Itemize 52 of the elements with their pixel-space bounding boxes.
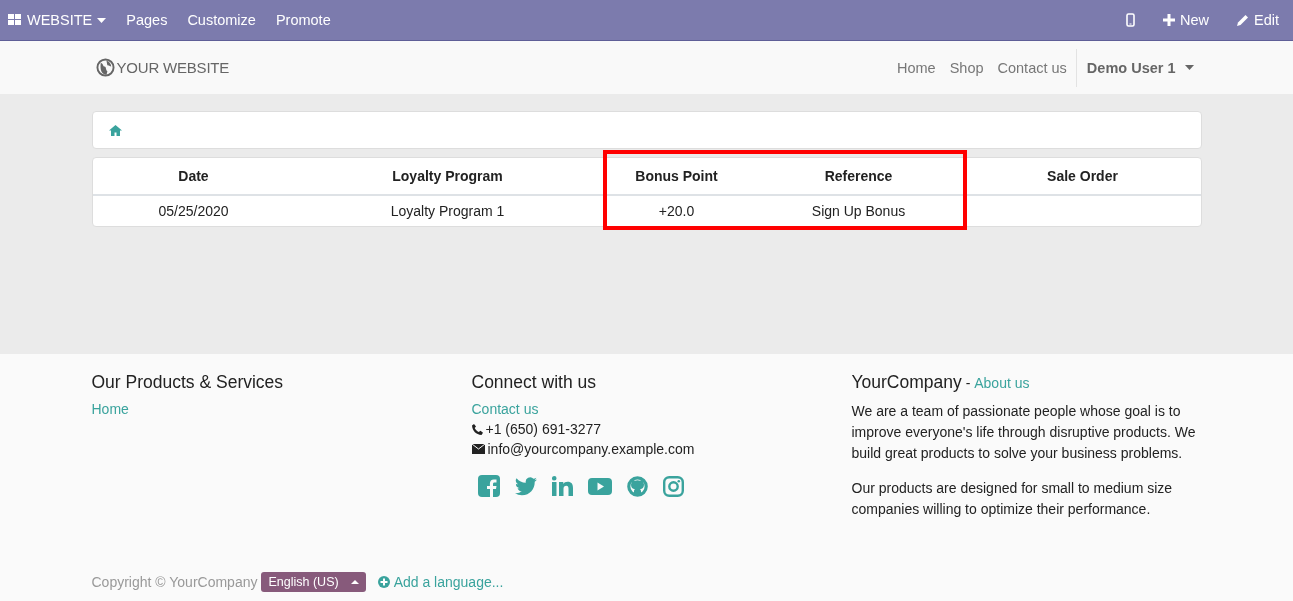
caret-icon (1184, 65, 1194, 70)
about-paragraph: We are a team of passionate people whose goal is to improve everyone's life through disruptive products. We build great products to solve your business problems. (851, 402, 1197, 463)
grid-icon (8, 14, 22, 26)
nav-link[interactable]: Home (889, 59, 943, 76)
new-button[interactable]: New (1149, 0, 1223, 40)
email-address: info@yourcompany.example.com (487, 441, 695, 457)
youtube-icon[interactable] (587, 477, 612, 495)
copyright-text: Copyright © YourCompany (91, 574, 258, 590)
add-language-link[interactable]: Add a language... (377, 574, 504, 590)
phone-icon (471, 423, 483, 435)
plus-circle-icon (377, 576, 390, 588)
column-header: Loyalty Program (294, 158, 601, 196)
globe-icon (95, 58, 115, 77)
column-header: Date (92, 158, 295, 196)
nav-link[interactable]: Shop (942, 59, 991, 76)
nav-link[interactable]: Contact us (990, 59, 1074, 76)
language-selector[interactable]: English (US) (261, 572, 366, 592)
website-logo[interactable]: YOUR WEBSITE (91, 54, 234, 81)
admin-menu-item[interactable]: Promote (265, 0, 341, 40)
caret-icon (350, 580, 359, 584)
table-cell-text: Sign Up Bonus (810, 202, 907, 221)
column-header: Bonus Point (600, 158, 753, 196)
title-separator: - (964, 375, 972, 391)
footer-link[interactable]: Home (91, 401, 472, 417)
envelope-icon (471, 444, 485, 454)
instagram-icon[interactable] (662, 475, 684, 497)
table-cell-text: Loyalty Program 1 (389, 202, 506, 221)
phone-icon (1126, 13, 1135, 27)
about-link[interactable]: About us (974, 375, 1030, 391)
table-cell-text: 05/25/2020 (157, 202, 230, 221)
linkedin-icon[interactable] (551, 476, 573, 496)
website-app-menu[interactable]: WEBSITE (0, 0, 117, 40)
user-menu[interactable]: Demo User 1 (1078, 59, 1202, 76)
phone-number: +1 (650) 691-3277 (485, 421, 602, 437)
twitter-icon[interactable] (514, 476, 537, 496)
logo-text: YOUR WEBSITE (116, 59, 230, 76)
admin-menu-item[interactable]: Pages (116, 0, 178, 40)
plus-icon (1163, 14, 1175, 26)
footer-heading: YourCompany (851, 372, 962, 393)
admin-menu-item[interactable]: Customize (177, 0, 266, 40)
table-cell-text: +20.0 (657, 202, 696, 221)
contact-link[interactable]: Contact us (471, 401, 852, 417)
facebook-icon[interactable] (477, 475, 500, 497)
footer-heading: Our Products & Services (91, 372, 285, 393)
footer-heading: Connect with us (471, 372, 597, 393)
caret-icon (97, 17, 107, 23)
home-icon[interactable] (108, 124, 122, 136)
column-header: Sale Order (964, 158, 1201, 196)
column-header: Reference (752, 158, 965, 196)
edit-button[interactable]: Edit (1223, 0, 1293, 40)
pencil-icon (1237, 14, 1249, 26)
about-paragraph: Our products are designed for small to medium size companies willing to optimize their performance. (851, 479, 1174, 519)
